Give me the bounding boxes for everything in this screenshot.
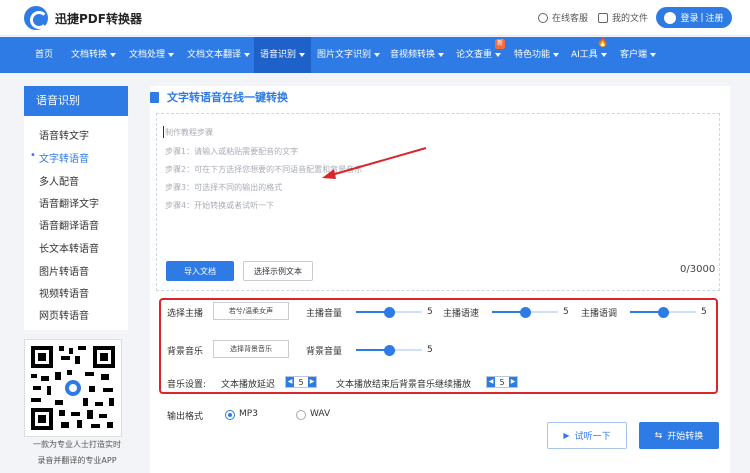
placeholder-heading: 制作教程步骤: [165, 128, 213, 137]
delay-value: 5: [298, 377, 304, 387]
radio-wav-label[interactable]: WAV: [310, 409, 330, 419]
select-bgm-button[interactable]: 选择背景音乐: [213, 340, 289, 358]
bgm-volume-value: 5: [427, 345, 433, 355]
placeholder-step-4: 步骤4：开始转换或者试听一下: [165, 201, 275, 210]
nav-image-ocr[interactable]: 图片文字识别: [312, 37, 385, 73]
chevron-down-icon: [244, 52, 251, 57]
nav-av-convert[interactable]: 音视频转换: [384, 37, 450, 73]
fire-icon: 🔥: [597, 38, 609, 48]
nav-speech-recognition[interactable]: 语音识别: [254, 37, 312, 73]
sidebar-item-image-to-speech[interactable]: 图片转语音: [39, 263, 89, 278]
qr-tagline: 一款为专业人士打造实时 录音并翻译的专业APP: [33, 440, 121, 465]
volume-value: 5: [427, 307, 433, 317]
audio-settings-label: 音乐设置:: [167, 380, 207, 390]
convert-icon: ⇆: [654, 430, 663, 441]
volume-label: 主播音量: [306, 309, 343, 319]
continue-value: 5: [499, 377, 505, 387]
decrement-icon[interactable]: ◀: [286, 377, 294, 387]
start-convert-button[interactable]: ⇆ 开始转换: [639, 422, 719, 449]
output-format-label: 输出格式: [167, 412, 204, 422]
app-qr-code: [24, 339, 122, 437]
bgm-volume-slider[interactable]: [356, 345, 422, 356]
chevron-down-icon: [553, 52, 560, 57]
increment-icon[interactable]: ▶: [509, 377, 517, 387]
delay-label: 文本播放延迟: [221, 380, 276, 390]
sidebar-item-video-to-speech[interactable]: 视频转语音: [39, 285, 89, 300]
nav-client[interactable]: 客户端: [614, 37, 662, 73]
customer-service-link[interactable]: 在线客服: [538, 11, 588, 24]
my-files-link[interactable]: 我的文件: [598, 11, 648, 24]
nav-doc-process[interactable]: 文档处理: [120, 37, 183, 73]
sidebar-title: 语音识别: [24, 86, 128, 116]
anchor-select[interactable]: 若兮/温柔女声: [213, 302, 289, 320]
qr-code-icon: [31, 346, 115, 430]
radio-mp3-label[interactable]: MP3: [239, 409, 258, 419]
pitch-label: 主播语调: [581, 309, 618, 319]
annotation-arrow-icon: [322, 147, 427, 179]
volume-slider[interactable]: [356, 307, 422, 318]
speed-label: 主播语速: [443, 309, 480, 319]
chevron-down-icon: [650, 52, 657, 57]
radio-mp3[interactable]: [225, 410, 235, 420]
file-icon: [598, 12, 608, 23]
sidebar-item-speech-translate-text[interactable]: 语音翻译文字: [39, 195, 99, 210]
slider-thumb[interactable]: [658, 307, 669, 318]
pitch-value: 5: [701, 307, 707, 317]
app-logo[interactable]: 迅捷PDF转换器: [24, 6, 142, 30]
anchor-label: 选择主播: [167, 309, 204, 319]
speed-slider[interactable]: [492, 307, 558, 318]
preview-button[interactable]: ▶ 试听一下: [547, 422, 627, 449]
placeholder-step-3: 步骤3：可选择不同的输出的格式: [165, 183, 283, 192]
sidebar-item-long-text-to-speech[interactable]: 长文本转语音: [39, 240, 99, 255]
top-header: 迅捷PDF转换器 在线客服 我的文件 登录 | 注册: [0, 0, 750, 36]
page-title: 文字转语音在线一键转换: [150, 89, 288, 105]
nav-doc-convert[interactable]: 文档转换: [62, 37, 125, 73]
user-icon: [664, 11, 677, 24]
main-nav: 首页 文档转换 文档处理 文档文本翻译 语音识别 图片文字识别 音视频转换 论文…: [0, 37, 750, 73]
bgm-volume-label: 背景音量: [306, 347, 343, 357]
slider-thumb[interactable]: [384, 345, 395, 356]
document-icon: [150, 91, 159, 103]
import-document-button[interactable]: 导入文档: [166, 261, 234, 281]
login-button[interactable]: 登录 | 注册: [656, 7, 732, 28]
nav-home[interactable]: 首页: [26, 37, 62, 73]
speed-value: 5: [563, 307, 569, 317]
sidebar-item-speech-to-text[interactable]: 语音转文字: [39, 127, 89, 142]
sidebar-item-multi-dubbing[interactable]: 多人配音: [39, 173, 79, 188]
chevron-down-icon: [299, 52, 306, 57]
play-icon: ▶: [563, 431, 570, 440]
chevron-down-icon: [374, 52, 381, 57]
continue-stepper[interactable]: ◀ 5 ▶: [486, 376, 518, 388]
nav-doc-translate[interactable]: 文档文本翻译: [178, 37, 259, 73]
radio-wav[interactable]: [296, 410, 306, 420]
slider-thumb[interactable]: [384, 307, 395, 318]
headset-icon: [538, 12, 548, 23]
pitch-slider[interactable]: [630, 307, 696, 318]
text-cursor: [163, 126, 164, 138]
delay-stepper[interactable]: ◀ 5 ▶: [285, 376, 317, 388]
placeholder-step-1: 步骤1：请输入或粘贴需要配音的文字: [165, 147, 299, 156]
increment-icon[interactable]: ▶: [308, 377, 316, 387]
sidebar-item-speech-translate-speech[interactable]: 语音翻译语音: [39, 217, 99, 232]
char-counter: 0/3000: [680, 264, 716, 275]
chevron-down-icon: [438, 52, 445, 57]
sidebar: 语音识别 语音转文字 文字转语音 多人配音 语音翻译文字 语音翻译语音 长文本转…: [24, 86, 128, 330]
nav-features[interactable]: 特色功能: [508, 37, 565, 73]
logo-icon: [24, 6, 48, 30]
chevron-down-icon: [600, 52, 607, 57]
new-badge: 新: [495, 39, 506, 49]
chevron-down-icon: [168, 52, 175, 57]
chevron-down-icon: [110, 52, 117, 57]
select-sample-text-button[interactable]: 选择示例文本: [243, 261, 313, 281]
chevron-down-icon: [495, 52, 502, 57]
decrement-icon[interactable]: ◀: [487, 377, 495, 387]
app-title: 迅捷PDF转换器: [55, 11, 142, 26]
sidebar-item-webpage-to-speech[interactable]: 网页转语音: [39, 307, 89, 322]
continue-bgm-label: 文本播放结束后背景音乐继续播放: [336, 380, 472, 390]
bgm-label: 背景音乐: [167, 347, 204, 357]
sidebar-item-text-to-speech[interactable]: 文字转语音: [30, 150, 89, 165]
slider-thumb[interactable]: [520, 307, 531, 318]
